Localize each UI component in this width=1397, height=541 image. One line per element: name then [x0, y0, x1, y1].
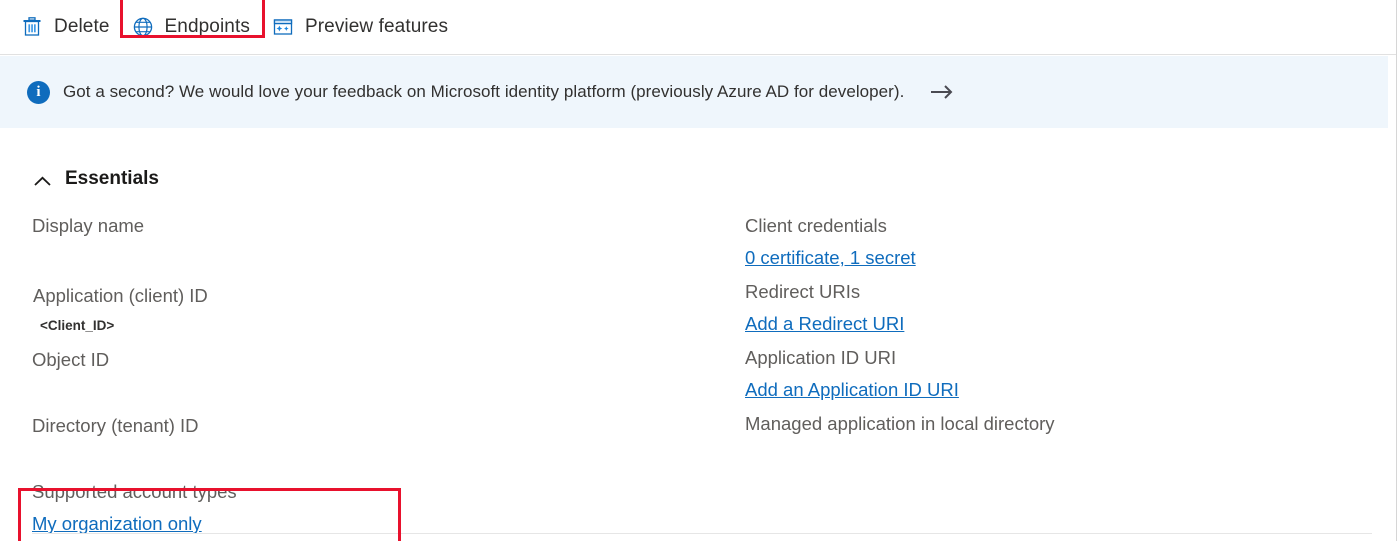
trash-icon [21, 16, 43, 38]
field-supported-account-types-label: Supported account types [32, 481, 237, 502]
field-supported-account-types: Supported account types [32, 481, 237, 502]
field-managed-application: Managed application in local directory [745, 413, 1055, 434]
preview-features-button-label: Preview features [304, 16, 449, 37]
field-directory-tenant-id: Directory (tenant) ID [32, 415, 199, 436]
delete-button[interactable]: Delete [10, 7, 121, 47]
section-divider [32, 533, 1372, 534]
field-display-name-label: Display name [32, 215, 145, 236]
field-application-id-uri: Application ID URI [745, 347, 897, 368]
essentials-details: Display name Application (client) ID <Cl… [0, 205, 1388, 541]
field-application-client-id-value[interactable]: <Client_ID> [40, 319, 114, 333]
essentials-title: Essentials [65, 168, 159, 189]
globe-icon [132, 16, 154, 38]
field-client-credentials-label: Client credentials [745, 215, 887, 236]
add-redirect-uri-link[interactable]: Add a Redirect URI [745, 313, 904, 335]
field-object-id: Object ID [32, 349, 110, 370]
client-credentials-link[interactable]: 0 certificate, 1 secret [745, 247, 916, 269]
field-display-name: Display name [32, 215, 145, 236]
field-client-credentials: Client credentials [745, 215, 887, 236]
command-toolbar: Delete Endpoints Preview features [0, 0, 1396, 55]
field-application-client-id-label: Application (client) ID [33, 285, 208, 306]
arrow-right-icon[interactable] [930, 84, 956, 100]
endpoints-button-label: Endpoints [164, 16, 250, 37]
preview-features-icon [272, 16, 294, 38]
info-icon: i [27, 80, 50, 104]
field-object-id-label: Object ID [32, 349, 110, 370]
field-application-id-uri-label: Application ID URI [745, 347, 897, 368]
field-application-client-id: Application (client) ID [33, 285, 208, 306]
field-directory-tenant-id-label: Directory (tenant) ID [32, 415, 199, 436]
preview-features-button[interactable]: Preview features [261, 7, 459, 47]
feedback-banner-text: Got a second? We would love your feedbac… [63, 82, 905, 101]
add-application-id-uri-link[interactable]: Add an Application ID URI [745, 379, 959, 401]
delete-button-label: Delete [54, 16, 110, 37]
field-redirect-uris-label: Redirect URIs [745, 281, 861, 302]
endpoints-button[interactable]: Endpoints [119, 0, 265, 47]
field-managed-application-label: Managed application in local directory [745, 413, 1055, 434]
feedback-banner[interactable]: i Got a second? We would love your feedb… [0, 56, 1388, 128]
chevron-up-icon [34, 174, 51, 186]
essentials-section-header[interactable]: Essentials [34, 168, 159, 190]
azure-app-registration-overview: Delete Endpoints Preview features i Got … [0, 0, 1397, 541]
supported-account-types-link[interactable]: My organization only [32, 513, 202, 535]
field-redirect-uris: Redirect URIs [745, 281, 861, 302]
